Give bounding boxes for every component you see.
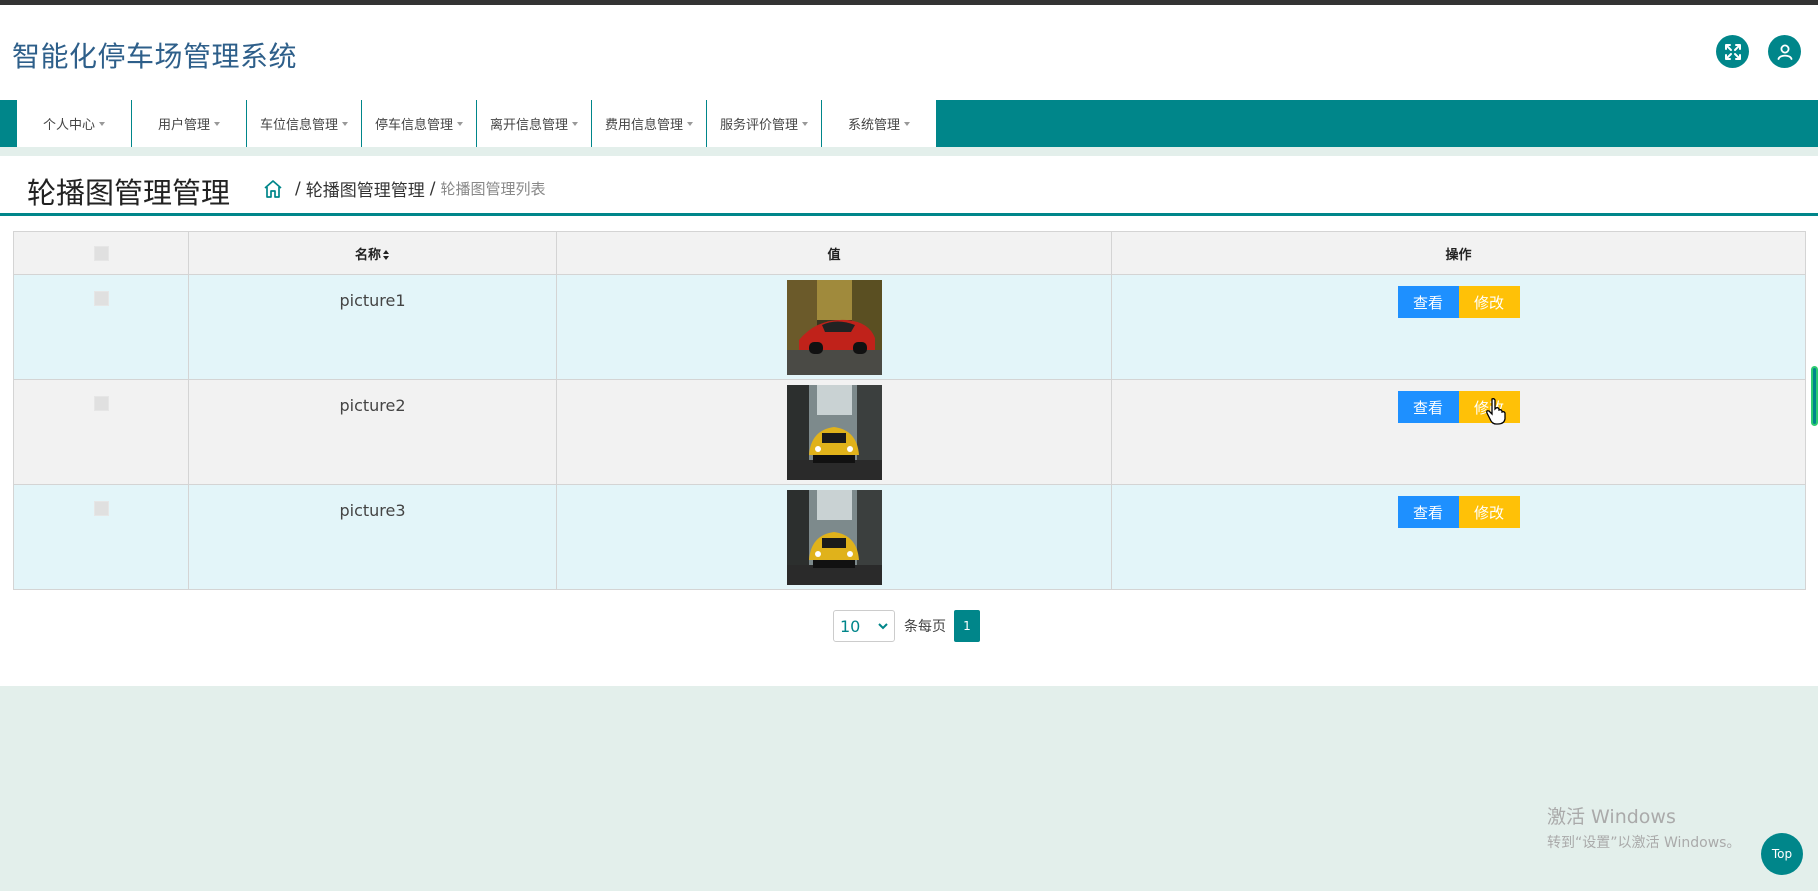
red-car-thumbnail[interactable] [786,280,882,375]
expand-icon [1724,43,1741,60]
row-name: picture2 [188,379,557,485]
row-name: picture1 [188,274,557,380]
sort-icon [383,250,389,260]
row-name: picture3 [188,484,557,590]
select-all-header [13,231,189,275]
page-header: 轮播图管理管理 / 轮播图管理管理 / 轮播图管理列表 [0,156,1818,216]
nav-item-personal-center[interactable]: 个人中心 [17,100,132,147]
caret-down-icon [214,121,220,126]
caret-down-icon [687,121,693,126]
nav-item-service-review[interactable]: 服务评价管理 [707,100,822,147]
breadcrumb-separator: / [429,178,436,199]
caret-down-icon [572,121,578,126]
caret-down-icon [342,121,348,126]
table-row: picture2 查看 修改 [13,379,1806,485]
app-title: 智能化停车场管理系统 [12,40,298,73]
breadcrumb-separator: / [295,178,301,199]
page-title: 轮播图管理管理 [27,176,231,210]
table-row: picture1 查看 修改 [13,274,1806,380]
pagination: 10 条每页 1 [833,610,980,642]
home-icon[interactable] [262,178,284,200]
edit-button[interactable]: 修改 [1458,286,1520,318]
per-page-label: 条每页 [904,619,946,635]
row-checkbox[interactable] [93,501,109,516]
view-button[interactable]: 查看 [1397,286,1459,318]
row-checkbox[interactable] [93,396,109,411]
column-header-actions: 操作 [1111,231,1806,275]
table-row: picture3 查看 修改 [13,484,1806,590]
breadcrumb-current: 轮播图管理列表 [440,180,546,198]
scrollbar-thumb[interactable] [1811,366,1818,426]
nav-item-system-management[interactable]: 系统管理 [822,100,937,147]
page-size-select[interactable]: 10 [833,610,895,642]
main-content: 轮播图管理管理 / 轮播图管理管理 / 轮播图管理列表 名称 值 操作 pict… [0,156,1818,686]
nav-spacer [0,147,1818,156]
back-to-top-button[interactable]: Top [1761,833,1803,875]
nav-item-fee-info[interactable]: 费用信息管理 [592,100,707,147]
nav-item-departure-info[interactable]: 离开信息管理 [477,100,592,147]
row-checkbox[interactable] [93,291,109,306]
view-button[interactable]: 查看 [1397,496,1459,528]
breadcrumb-section[interactable]: 轮播图管理管理 [306,176,425,201]
yellow-car-thumbnail[interactable] [786,385,882,480]
hand-cursor-icon [1486,398,1506,425]
caret-down-icon [457,121,463,126]
select-all-checkbox[interactable] [93,245,109,261]
nav-item-space-info[interactable]: 车位信息管理 [247,100,362,147]
caret-down-icon [99,121,105,126]
nav-item-parking-info[interactable]: 停车信息管理 [362,100,477,147]
yellow-car-thumbnail[interactable] [786,490,882,585]
nav-item-user-management[interactable]: 用户管理 [132,100,247,147]
view-button[interactable]: 查看 [1397,391,1459,423]
app-header: 智能化停车场管理系统 [0,5,1818,100]
chevron-down-icon [878,623,888,630]
fullscreen-button[interactable] [1716,35,1749,68]
edit-button[interactable]: 修改 [1458,496,1520,528]
windows-activation-watermark: 激活 Windows 转到“设置”以激活 Windows。 [1547,806,1741,851]
main-nav: 个人中心 用户管理 车位信息管理 停车信息管理 离开信息管理 费用信息管理 服务… [0,100,1818,147]
page-button-current[interactable]: 1 [954,610,980,642]
breadcrumb: / 轮播图管理管理 / 轮播图管理列表 [262,176,545,201]
caret-down-icon [802,121,808,126]
caret-down-icon [904,121,910,126]
user-icon [1777,44,1792,60]
user-menu-button[interactable] [1768,35,1801,68]
carousel-table: 名称 值 操作 picture1 查看 修改 picture2 查看 修改 pi… [13,231,1806,590]
column-header-name[interactable]: 名称 [188,231,557,275]
column-header-value: 值 [556,231,1112,275]
